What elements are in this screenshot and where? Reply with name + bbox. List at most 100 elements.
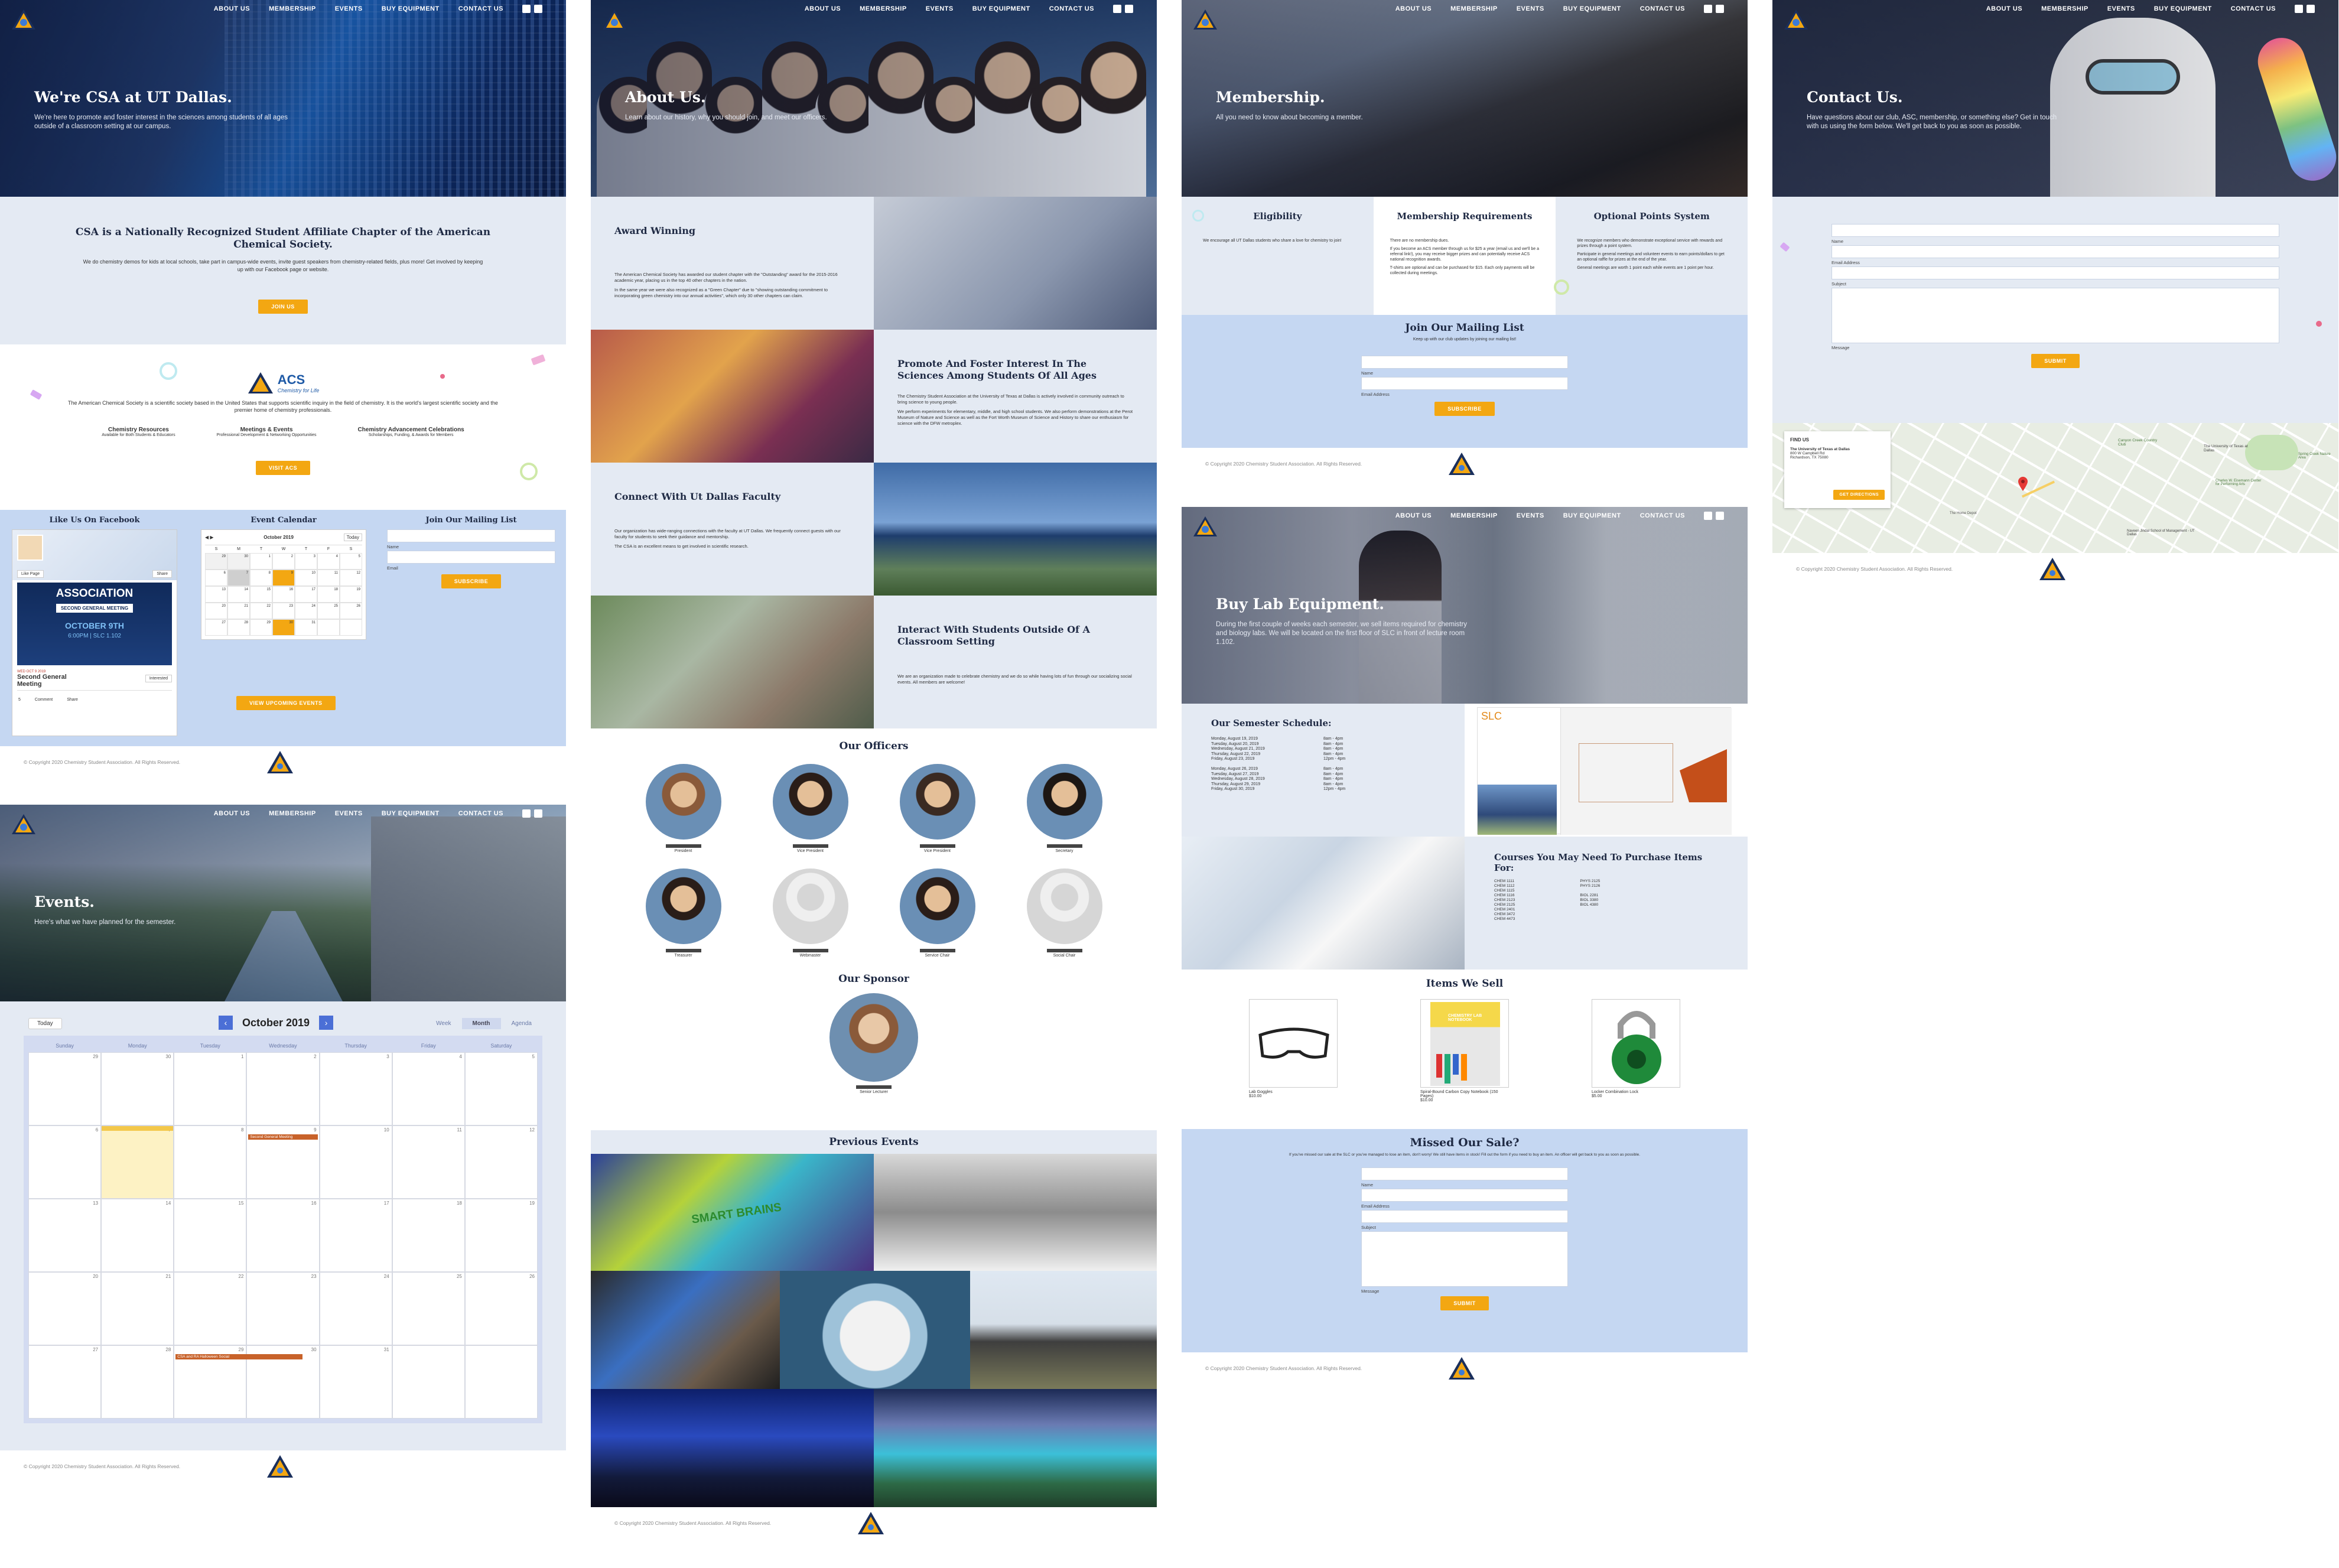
fb-like-button[interactable]: Like Page: [17, 570, 44, 578]
name-input[interactable]: [1361, 1167, 1568, 1180]
calendar-day[interactable]: 30: [227, 553, 250, 570]
nav-events[interactable]: EVENTS: [1517, 512, 1544, 519]
calendar-day-cell[interactable]: 20: [28, 1272, 102, 1345]
calendar-day-cell[interactable]: 18: [392, 1199, 465, 1272]
calendar-today-button[interactable]: Today: [28, 1018, 62, 1029]
twitter-icon[interactable]: [1716, 5, 1724, 13]
view-agenda-tab[interactable]: Agenda: [501, 1018, 542, 1029]
calendar-day[interactable]: 18: [317, 586, 340, 603]
twitter-icon[interactable]: [2307, 5, 2315, 13]
nav-contact[interactable]: CONTACT US: [2231, 5, 2276, 12]
email-input[interactable]: [1831, 245, 2279, 258]
subject-input[interactable]: [1831, 266, 2279, 279]
calendar-day-cell[interactable]: 27: [28, 1345, 102, 1419]
nav-membership[interactable]: MEMBERSHIP: [1450, 5, 1498, 12]
nav-membership[interactable]: MEMBERSHIP: [2041, 5, 2088, 12]
twitter-icon[interactable]: [1716, 512, 1724, 520]
nav-membership[interactable]: MEMBERSHIP: [269, 5, 316, 12]
calendar-day-cell[interactable]: 28: [101, 1345, 174, 1419]
cal-today-button[interactable]: Today: [343, 533, 362, 541]
calendar-day-cell[interactable]: 10: [319, 1125, 392, 1199]
subscribe-button[interactable]: SUBSCRIBE: [441, 574, 502, 588]
message-textarea[interactable]: [1831, 288, 2279, 343]
calendar-day[interactable]: 3: [295, 553, 317, 570]
nav-buy[interactable]: BUY EQUIPMENT: [1563, 512, 1621, 519]
fb-share-post[interactable]: Share: [67, 698, 78, 702]
mail-input[interactable]: [387, 529, 555, 542]
nav-membership[interactable]: MEMBERSHIP: [269, 810, 316, 817]
facebook-icon[interactable]: [2295, 5, 2303, 13]
calendar-day[interactable]: 4: [317, 553, 340, 570]
nav-membership[interactable]: MEMBERSHIP: [860, 5, 907, 12]
item-lock[interactable]: Locker Combination Lock $5.00: [1592, 999, 1680, 1102]
calendar-day-cell[interactable]: 4: [392, 1052, 465, 1125]
calendar-day-cell[interactable]: 1: [174, 1052, 247, 1125]
calendar-day-cell[interactable]: 30: [101, 1052, 174, 1125]
calendar-day[interactable]: [340, 619, 362, 636]
calendar-day[interactable]: 30: [272, 619, 295, 636]
calendar-day-cell[interactable]: 29 CSA and RA Halloween Social: [174, 1345, 303, 1419]
calendar-day[interactable]: 5: [340, 553, 362, 570]
calendar-day[interactable]: 20: [205, 603, 227, 619]
submit-button[interactable]: SUBMIT: [2031, 354, 2080, 368]
calendar-day-cell[interactable]: 13: [28, 1199, 102, 1272]
nav-contact[interactable]: CONTACT US: [458, 810, 503, 817]
nav-about[interactable]: ABOUT US: [214, 5, 250, 12]
nav-buy[interactable]: BUY EQUIPMENT: [382, 810, 440, 817]
item-goggles[interactable]: Lab Goggles $10.00: [1249, 999, 1338, 1102]
calendar-day-cell[interactable]: 12: [464, 1125, 538, 1199]
nav-contact[interactable]: CONTACT US: [1640, 5, 1685, 12]
name-input[interactable]: [1831, 224, 2279, 237]
facebook-icon[interactable]: [1704, 5, 1712, 13]
nav-contact[interactable]: CONTACT US: [1640, 512, 1685, 519]
calendar-day-cell[interactable]: 5: [464, 1052, 538, 1125]
calendar-event[interactable]: CSA and RA Halloween Social: [175, 1354, 303, 1359]
calendar-day-cell[interactable]: 29: [28, 1052, 102, 1125]
twitter-icon[interactable]: [534, 809, 542, 818]
view-month-tab[interactable]: Month: [461, 1018, 501, 1029]
calendar-day-cell[interactable]: 17: [319, 1199, 392, 1272]
calendar-day-cell[interactable]: 19: [464, 1199, 538, 1272]
calendar-day[interactable]: 13: [205, 586, 227, 603]
nav-buy[interactable]: BUY EQUIPMENT: [2154, 5, 2212, 12]
calendar-day-cell[interactable]: [392, 1345, 465, 1419]
calendar-day-cell[interactable]: 9 Second General Meeting: [246, 1125, 320, 1199]
nav-buy[interactable]: BUY EQUIPMENT: [1563, 5, 1621, 12]
directions-button[interactable]: GET DIRECTIONS: [1833, 490, 1885, 500]
calendar-day[interactable]: 25: [317, 603, 340, 619]
nav-about[interactable]: ABOUT US: [1986, 5, 2022, 12]
calendar-day-cell[interactable]: 31: [319, 1345, 392, 1419]
next-month-button[interactable]: ›: [319, 1016, 334, 1030]
facebook-widget[interactable]: Like Page Share ASSOCIATION SECOND GENER…: [12, 529, 177, 736]
item-notebook[interactable]: CHEMISTRY LAB NOTEBOOK Spiral-Bound Carb…: [1420, 999, 1509, 1102]
calendar-day[interactable]: 24: [295, 603, 317, 619]
facebook-icon[interactable]: [1704, 512, 1712, 520]
calendar-day-cell[interactable]: 7: [101, 1125, 174, 1199]
name-input[interactable]: [387, 551, 555, 564]
nav-events[interactable]: EVENTS: [2107, 5, 2135, 12]
calendar-day[interactable]: 29: [205, 553, 227, 570]
join-button[interactable]: JOIN US: [258, 300, 308, 314]
calendar-day[interactable]: 6: [205, 570, 227, 586]
calendar-day-cell[interactable]: 23: [246, 1272, 320, 1345]
calendar-day[interactable]: 12: [340, 570, 362, 586]
twitter-icon[interactable]: [534, 5, 542, 13]
message-textarea[interactable]: [1361, 1231, 1568, 1287]
calendar-day-cell[interactable]: 25: [392, 1272, 465, 1345]
calendar-day[interactable]: 9: [272, 570, 295, 586]
calendar-day-cell[interactable]: 15: [174, 1199, 247, 1272]
footer-logo[interactable]: [266, 750, 294, 776]
calendar-day[interactable]: 10: [295, 570, 317, 586]
footer-logo[interactable]: [857, 1511, 885, 1537]
mini-calendar[interactable]: ◀ ▶ October 2019 Today SMTWTFS 29 30 1 2 3 4 5…: [201, 529, 366, 640]
email-input[interactable]: [1361, 377, 1568, 390]
calendar-day[interactable]: 26: [340, 603, 362, 619]
calendar-day[interactable]: 27: [205, 619, 227, 636]
calendar-day[interactable]: 11: [317, 570, 340, 586]
submit-button[interactable]: SUBMIT: [1440, 1296, 1489, 1310]
nav-about[interactable]: ABOUT US: [1395, 512, 1432, 519]
calendar-day-cell[interactable]: 8: [174, 1125, 247, 1199]
footer-logo[interactable]: [266, 1454, 294, 1480]
calendar-event[interactable]: Second General Meeting: [248, 1134, 318, 1140]
nav-buy[interactable]: BUY EQUIPMENT: [382, 5, 440, 12]
